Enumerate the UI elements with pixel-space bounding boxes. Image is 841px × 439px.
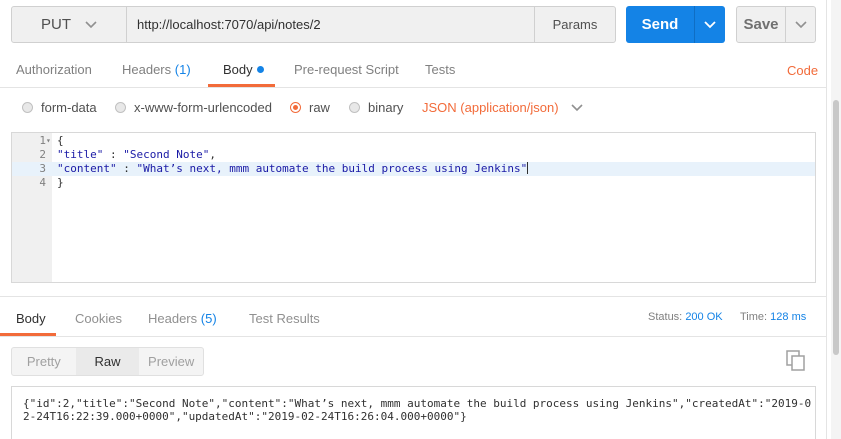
tab-headers-count: (1) [174, 62, 191, 77]
response-tab-headers-count: (5) [200, 311, 217, 326]
text-cursor [527, 162, 529, 174]
copy-icon[interactable] [786, 350, 806, 372]
radio-raw[interactable]: raw [290, 97, 330, 117]
chevron-down-icon [85, 20, 97, 28]
status-readout: Status: 200 OK [648, 311, 723, 323]
pretty-button[interactable]: Pretty [12, 348, 76, 375]
tab-headers[interactable]: Headers (1) [122, 62, 191, 86]
editor-line: 2 "title" : "Second Note", [12, 148, 815, 162]
tab-tests[interactable]: Tests [425, 62, 455, 86]
send-dropdown-button[interactable] [694, 6, 725, 43]
line-number: 4 [39, 176, 46, 189]
json-tail: , [209, 148, 216, 161]
radio-icon [22, 101, 33, 113]
json-value: "Second Note" [123, 148, 210, 161]
method-select[interactable]: PUT [11, 6, 127, 43]
line-number: 1 [39, 134, 46, 147]
method-label: PUT [41, 16, 71, 33]
request-body-editor[interactable]: 1 ▾ { 2 "title" : "Second Note", 3 "cont… [11, 132, 816, 283]
code-text: "content" : "What’s next, mmm automate t… [57, 162, 529, 176]
editor-line: 4 } [12, 176, 815, 190]
chevron-down-icon [704, 20, 716, 28]
radio-binary[interactable]: binary [349, 97, 403, 117]
scrollbar-thumb[interactable] [833, 100, 839, 355]
format-toggle: Pretty Raw Preview [11, 347, 204, 376]
raw-button[interactable]: Raw [75, 348, 140, 375]
radio-selected-icon [290, 101, 301, 113]
radio-icon [115, 101, 126, 113]
save-dropdown-button[interactable] [785, 6, 816, 43]
json-sep: : [116, 162, 137, 175]
code-text: "title" : "Second Note", [57, 148, 216, 162]
tab-body[interactable]: Body [223, 62, 264, 86]
time-label: Time: [740, 311, 768, 323]
send-button[interactable]: Send [626, 6, 694, 43]
divider [826, 0, 827, 439]
time-readout: Time: 128 ms [740, 311, 806, 323]
tab-headers-label: Headers [122, 62, 172, 77]
tab-pre-request-script[interactable]: Pre-request Script [294, 62, 399, 86]
response-tab-headers-label: Headers [148, 311, 198, 326]
radio-label: raw [309, 99, 330, 115]
radio-label: form-data [41, 99, 97, 115]
json-sep: : [103, 148, 124, 161]
response-tab-test-results[interactable]: Test Results [249, 311, 320, 326]
line-number: 2 [39, 148, 46, 161]
status-value[interactable]: 200 OK [685, 311, 722, 323]
chevron-down-icon [794, 20, 807, 28]
radio-label: x-www-form-urlencoded [134, 99, 272, 115]
json-value: "What’s next, mmm automate the build pro… [136, 162, 528, 175]
tab-body-label: Body [223, 62, 253, 77]
tab-authorization[interactable]: Authorization [16, 62, 92, 86]
response-body[interactable]: {"id":2,"title":"Second Note","content":… [11, 386, 816, 439]
save-button[interactable]: Save [736, 6, 786, 43]
json-key: "content" [57, 162, 117, 175]
content-type-label: JSON (application/json) [422, 100, 559, 115]
editor-line: 1 ▾ { [12, 134, 815, 148]
divider [0, 296, 826, 297]
radio-form-data[interactable]: form-data [22, 97, 97, 117]
chevron-down-icon [570, 103, 583, 111]
response-tab-headers[interactable]: Headers (5) [148, 311, 217, 326]
radio-icon [349, 101, 360, 113]
response-tab-body[interactable]: Body [16, 311, 46, 326]
editor-line-active: 3 "content" : "What’s next, mmm automate… [12, 162, 815, 176]
status-label: Status: [648, 311, 683, 323]
fold-arrow-icon[interactable]: ▾ [46, 134, 52, 148]
content-type-select[interactable]: JSON (application/json) [422, 100, 583, 115]
response-tab-cookies[interactable]: Cookies [75, 311, 122, 326]
time-value[interactable]: 128 ms [770, 311, 806, 323]
code-link[interactable]: Code [787, 63, 818, 78]
preview-button[interactable]: Preview [139, 348, 203, 375]
divider [0, 336, 826, 337]
params-button[interactable]: Params [534, 6, 616, 43]
radio-urlencoded[interactable]: x-www-form-urlencoded [115, 97, 272, 117]
line-number: 3 [39, 162, 46, 175]
url-input[interactable]: http://localhost:7070/api/notes/2 [126, 6, 535, 43]
code-text: } [57, 176, 64, 189]
code-text: { [57, 134, 64, 147]
radio-label: binary [368, 99, 404, 115]
divider [0, 87, 826, 88]
modified-dot-icon [256, 66, 264, 73]
json-key: "title" [57, 148, 104, 161]
